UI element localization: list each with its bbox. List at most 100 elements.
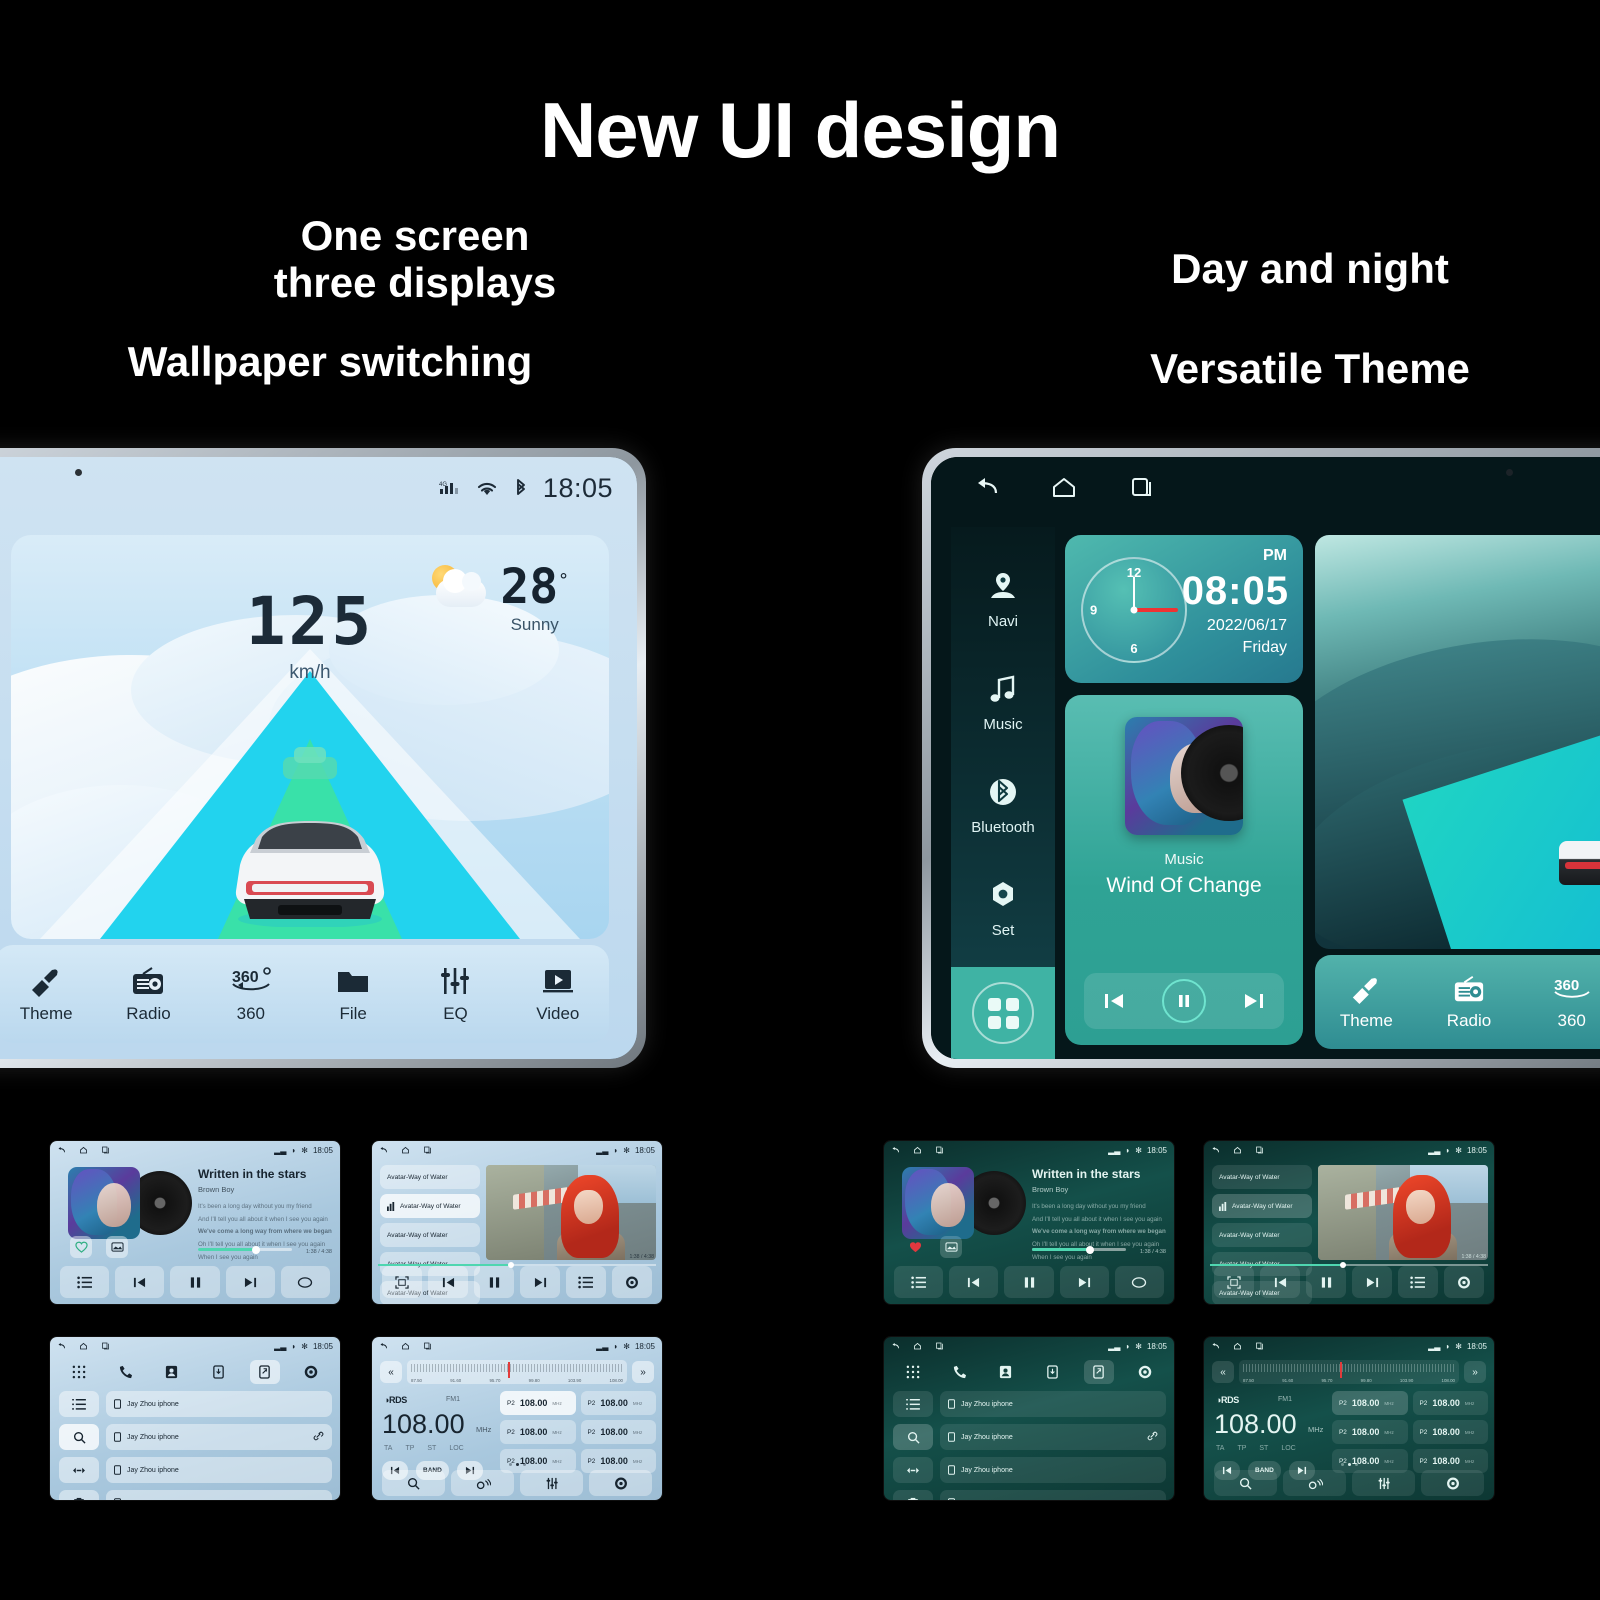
- previous-track-icon[interactable]: [428, 1266, 468, 1298]
- previous-track-icon[interactable]: [1101, 990, 1127, 1012]
- clock-widget[interactable]: 12 9 6 PM 08:05 2022/06/17 Friday: [1065, 535, 1303, 683]
- dock-item-radio[interactable]: Radio: [97, 964, 199, 1024]
- playlist-icon[interactable]: [894, 1266, 944, 1298]
- device-row[interactable]: Jay Zhou iphone: [106, 1457, 332, 1483]
- progress-bar[interactable]: [198, 1245, 292, 1254]
- settings-gear-icon[interactable]: [1444, 1266, 1484, 1298]
- recents-icon[interactable]: [101, 1146, 110, 1154]
- dock-item-360[interactable]: 360 360: [200, 964, 302, 1024]
- sidebar-item-music[interactable]: Music: [983, 674, 1023, 733]
- back-icon[interactable]: [57, 1342, 66, 1350]
- sidebar-item-navi[interactable]: Navi: [986, 571, 1020, 630]
- equalizer-icon[interactable]: [1352, 1470, 1415, 1496]
- back-icon[interactable]: [891, 1342, 900, 1350]
- weather-widget[interactable]: 28° Sunny: [428, 563, 569, 635]
- dock-item-eq[interactable]: EQ: [404, 964, 506, 1024]
- back-icon[interactable]: [1211, 1342, 1220, 1350]
- settings-gear-icon[interactable]: [612, 1266, 652, 1298]
- thumb-radio-light[interactable]: ▂▃ ◗ ✻ 18:05 « 87.50 91.60 95.70 99.80 103.…: [372, 1337, 662, 1500]
- list-icon[interactable]: [59, 1391, 99, 1417]
- back-icon[interactable]: [57, 1146, 66, 1154]
- preset-button[interactable]: P2 108.00 MHz: [1332, 1420, 1408, 1444]
- device-row[interactable]: Jay Zhou iphone: [106, 1424, 332, 1450]
- next-track-icon[interactable]: [1059, 1266, 1109, 1298]
- thumb-video-player-dark[interactable]: ▂▃ ◗ ✻ 18:05 Avatar-Way of Water Avatar-Way…: [1204, 1141, 1494, 1304]
- link-icon[interactable]: [313, 1431, 324, 1443]
- next-track-icon[interactable]: [520, 1266, 560, 1298]
- list-item[interactable]: Avatar-Way of Water: [1212, 1223, 1312, 1247]
- phone-download-icon[interactable]: [203, 1360, 233, 1384]
- recents-icon[interactable]: [101, 1342, 110, 1350]
- frequency-scale[interactable]: 87.50 91.60 95.70 99.80 103.90 108.00: [1239, 1360, 1459, 1384]
- thumb-radio-dark[interactable]: ▂▃ ◗ ✻ 18:05 « 87.50 91.60 95.70 99.80 103.…: [1204, 1337, 1494, 1500]
- thumb-bluetooth-light[interactable]: ▂▃ ◗ ✻ 18:05 Jay Zhou iphone Jay Zhou iphon…: [50, 1337, 340, 1500]
- search-icon[interactable]: [382, 1470, 445, 1496]
- settings-gear-icon[interactable]: [296, 1360, 326, 1384]
- dock-item-theme[interactable]: Theme: [1315, 973, 1418, 1031]
- playlist-icon[interactable]: [1398, 1266, 1438, 1298]
- back-icon[interactable]: [1211, 1146, 1220, 1154]
- picture-icon[interactable]: [106, 1236, 128, 1258]
- recents-icon[interactable]: [935, 1146, 944, 1154]
- home-icon[interactable]: [79, 1342, 88, 1350]
- home-icon[interactable]: [1233, 1342, 1242, 1350]
- phone-link-icon[interactable]: [249, 1360, 280, 1384]
- home-icon[interactable]: [913, 1342, 922, 1350]
- sidebar-item-set[interactable]: Set: [986, 880, 1020, 939]
- back-icon[interactable]: [379, 1342, 388, 1350]
- next-track-icon[interactable]: [1241, 990, 1267, 1012]
- device-row[interactable]: Jay Zhou iphone: [106, 1391, 332, 1417]
- list-item[interactable]: Avatar-Way of Water: [380, 1223, 480, 1247]
- home-icon[interactable]: [913, 1146, 922, 1154]
- device-row[interactable]: Jay Zhou iphone: [940, 1490, 1166, 1500]
- next-track-icon[interactable]: [1352, 1266, 1392, 1298]
- call-icon[interactable]: [110, 1360, 140, 1384]
- thumb-video-player-light[interactable]: ▂▃ ◗ ✻ 18:05 Avatar-Way of Water Avatar-Way…: [372, 1141, 662, 1304]
- tune-down-button[interactable]: «: [1212, 1361, 1234, 1383]
- thumb-bluetooth-dark[interactable]: ▂▃ ◗ ✻ 18:05 Jay Zhou iphone Jay Zhou iphon…: [884, 1337, 1174, 1500]
- fullscreen-icon[interactable]: [382, 1266, 422, 1298]
- preset-button[interactable]: P2 108.00 MHz: [1412, 1391, 1488, 1415]
- pause-icon[interactable]: [1161, 979, 1206, 1023]
- home-icon[interactable]: [79, 1146, 88, 1154]
- settings-gear-icon[interactable]: [1130, 1360, 1160, 1384]
- preset-button[interactable]: P2 108.00 MHz: [1412, 1420, 1488, 1444]
- video-surface[interactable]: [1318, 1165, 1488, 1260]
- pause-icon[interactable]: [170, 1266, 220, 1298]
- dock-item-radio[interactable]: Radio: [1418, 973, 1521, 1031]
- tune-up-button[interactable]: »: [632, 1361, 654, 1383]
- device-row[interactable]: Jay Zhou iphone: [940, 1457, 1166, 1483]
- recents-icon[interactable]: [1127, 475, 1157, 501]
- list-item-active[interactable]: Avatar-Way of Water: [380, 1194, 480, 1218]
- preset-button[interactable]: P2 108.00 MHz: [580, 1391, 656, 1415]
- heart-icon[interactable]: [904, 1236, 926, 1258]
- sidebar-item-bluetooth[interactable]: Bluetooth: [971, 777, 1035, 836]
- frequency-scale[interactable]: 87.50 91.60 95.70 99.80 103.90 108.00: [407, 1360, 627, 1384]
- repeat-icon[interactable]: [1114, 1266, 1165, 1298]
- thumb-music-player-light[interactable]: ▂▃ ◗ ✻ 18:05 Written in the stars Brown Boy…: [50, 1141, 340, 1304]
- device-row[interactable]: Jay Zhou iphone: [106, 1490, 332, 1500]
- call-icon[interactable]: [944, 1360, 974, 1384]
- search-icon[interactable]: [59, 1424, 99, 1450]
- home-icon[interactable]: [401, 1146, 410, 1154]
- preset-button[interactable]: P2 108.00 MHz: [500, 1420, 576, 1444]
- previous-track-icon[interactable]: [1260, 1266, 1300, 1298]
- dock-item-theme[interactable]: Theme: [0, 964, 97, 1024]
- next-track-icon[interactable]: [225, 1266, 275, 1298]
- video-surface[interactable]: [486, 1165, 656, 1260]
- phone-download-icon[interactable]: [1037, 1360, 1067, 1384]
- tune-up-button[interactable]: »: [1464, 1361, 1486, 1383]
- apps-launcher-button[interactable]: [951, 967, 1055, 1059]
- pause-icon[interactable]: [1306, 1266, 1346, 1298]
- device-row[interactable]: Jay Zhou iphone: [940, 1424, 1166, 1450]
- music-widget[interactable]: Music Wind Of Change: [1065, 695, 1303, 1045]
- dialpad-icon[interactable]: [898, 1360, 928, 1384]
- preset-button[interactable]: P2 108.00 MHz: [1332, 1391, 1408, 1415]
- delete-icon[interactable]: [893, 1490, 933, 1500]
- back-icon[interactable]: [971, 475, 1001, 501]
- transfer-icon[interactable]: [893, 1457, 933, 1483]
- settings-gear-icon[interactable]: [589, 1470, 652, 1496]
- contacts-icon[interactable]: [157, 1360, 187, 1384]
- thumb-music-player-dark[interactable]: ▂▃ ◗ ✻ 18:05 Written in the stars Brown Boy…: [884, 1141, 1174, 1304]
- previous-track-icon[interactable]: [115, 1266, 165, 1298]
